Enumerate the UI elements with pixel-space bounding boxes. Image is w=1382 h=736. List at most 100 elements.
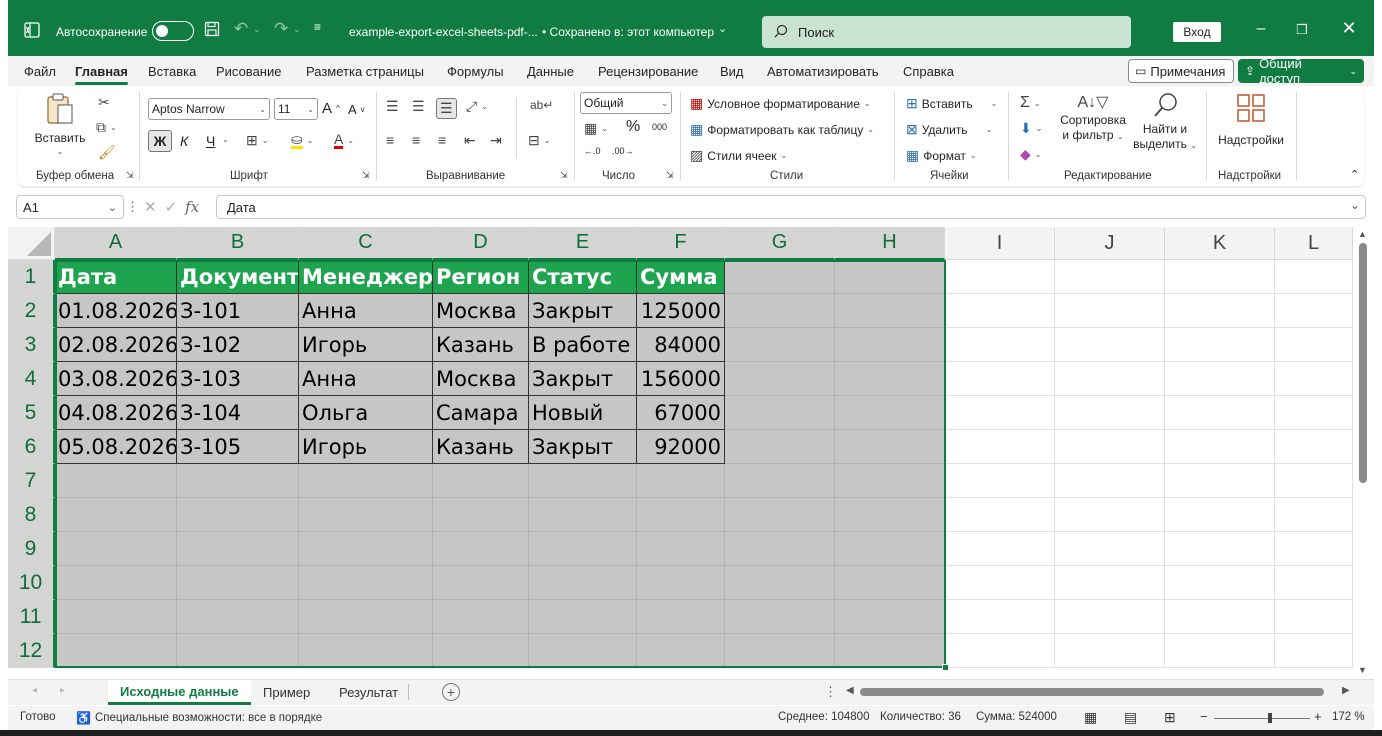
restore-icon[interactable]: ❐ (1292, 22, 1312, 38)
tab-review[interactable]: Рецензирование (598, 64, 698, 79)
cell[interactable] (637, 566, 725, 600)
cell[interactable] (637, 498, 725, 532)
cell[interactable] (299, 498, 433, 532)
cell[interactable]: В работе (529, 328, 637, 362)
cell[interactable] (945, 634, 1055, 668)
tab-draw[interactable]: Рисование (216, 64, 281, 79)
row-header[interactable]: 5 (8, 396, 55, 430)
row-header[interactable]: 8 (8, 498, 55, 532)
zoom-out-icon[interactable]: − (1200, 709, 1208, 724)
cell[interactable] (1165, 260, 1275, 294)
cell[interactable] (1275, 362, 1353, 396)
cell[interactable] (299, 532, 433, 566)
saved-status[interactable]: • Сохранено в: этот компьютер (542, 25, 714, 39)
increase-font-icon[interactable]: A ^ (322, 100, 340, 117)
conditional-formatting-button[interactable]: ▦ Условное форматирование ⌄ (690, 95, 871, 112)
login-button[interactable]: Вход (1173, 22, 1221, 42)
table-header-cell[interactable]: Сумма (637, 260, 725, 294)
column-header[interactable]: J (1055, 227, 1165, 260)
row-header[interactable]: 10 (8, 566, 55, 600)
increase-indent-icon[interactable]: ⇥ (490, 132, 502, 149)
cell[interactable] (1165, 600, 1275, 634)
cell[interactable] (835, 634, 945, 668)
row-header[interactable]: 2 (8, 294, 55, 328)
cell[interactable] (1275, 464, 1353, 498)
cell[interactable]: Казань (433, 328, 529, 362)
cell[interactable] (529, 498, 637, 532)
cell[interactable] (725, 600, 835, 634)
format-cells-button[interactable]: ▦ Формат ⌄ (906, 147, 977, 164)
fill-icon[interactable]: ⬇ ⌄ (1020, 120, 1042, 137)
cell[interactable] (299, 566, 433, 600)
cell[interactable] (835, 396, 945, 430)
sum-value[interactable]: Сумма: 524000 (976, 711, 1057, 723)
percent-button[interactable]: % (626, 118, 640, 136)
cell[interactable] (1275, 260, 1353, 294)
vertical-scrollbar[interactable]: ▲ ▼ (1356, 229, 1370, 679)
row-header[interactable]: 3 (8, 328, 55, 362)
cell[interactable] (1055, 260, 1165, 294)
table-header-cell[interactable]: Статус (529, 260, 637, 294)
cell[interactable]: З-105 (177, 430, 299, 464)
horizontal-scroll-thumb[interactable] (860, 688, 1324, 696)
cell[interactable] (55, 498, 177, 532)
cell[interactable] (1055, 362, 1165, 396)
delete-cells-button[interactable]: ⊠ Удалить ⌄ (906, 121, 992, 138)
row-header[interactable]: 9 (8, 532, 55, 566)
dialog-launcher-icon[interactable]: ⇲ (666, 170, 674, 181)
cell[interactable] (177, 464, 299, 498)
dialog-launcher-icon[interactable]: ⇲ (126, 170, 134, 181)
paste-button[interactable]: Вставить ⌄ (35, 92, 85, 156)
cell[interactable] (1055, 634, 1165, 668)
cell[interactable] (637, 464, 725, 498)
cell[interactable] (1165, 430, 1275, 464)
cell[interactable] (55, 634, 177, 668)
cell[interactable]: 02.08.2026 (55, 328, 177, 362)
cell[interactable] (529, 600, 637, 634)
align-top-icon[interactable]: ☰ (386, 98, 399, 115)
cell[interactable] (1055, 498, 1165, 532)
insert-cells-button[interactable]: ⊞ Вставить ⌄ (906, 95, 997, 112)
search-box[interactable]: Поиск (762, 16, 1131, 48)
select-all-button[interactable] (8, 227, 55, 260)
scroll-down-icon[interactable]: ▼ (1358, 665, 1367, 675)
formula-input[interactable]: Дата (216, 195, 1366, 219)
cell[interactable] (177, 532, 299, 566)
sheet-tab-result[interactable]: Результат (327, 680, 410, 705)
cell[interactable] (835, 532, 945, 566)
thousands-button[interactable]: 000 (652, 122, 667, 132)
column-header[interactable]: I (945, 227, 1055, 260)
count-value[interactable]: Количество: 36 (880, 711, 961, 723)
autosum-icon[interactable]: Σ ⌄ (1020, 94, 1041, 112)
cell[interactable] (1055, 464, 1165, 498)
orientation-icon[interactable]: ⤢ ⌄ (466, 98, 488, 115)
cell[interactable] (945, 396, 1055, 430)
tab-home[interactable]: Главная (75, 64, 128, 85)
column-header[interactable]: G (725, 227, 835, 260)
cell[interactable]: Игорь (299, 328, 433, 362)
cell[interactable] (725, 294, 835, 328)
cut-icon[interactable]: ✂ (98, 94, 110, 111)
cell[interactable]: З-104 (177, 396, 299, 430)
tab-formulas[interactable]: Формулы (447, 64, 504, 79)
cell[interactable] (529, 464, 637, 498)
row-header[interactable]: 12 (8, 634, 55, 668)
cell[interactable]: Закрыт (529, 294, 637, 328)
cell[interactable] (725, 430, 835, 464)
cell[interactable]: 67000 (637, 396, 725, 430)
cell[interactable] (529, 532, 637, 566)
cell[interactable]: З-101 (177, 294, 299, 328)
cell[interactable] (835, 260, 945, 294)
cell[interactable] (1165, 294, 1275, 328)
dialog-launcher-icon[interactable]: ⇲ (362, 170, 370, 181)
cell[interactable] (1275, 430, 1353, 464)
cell[interactable] (1165, 328, 1275, 362)
minimize-icon[interactable]: – (1251, 20, 1271, 38)
cell[interactable] (1275, 294, 1353, 328)
cell[interactable] (637, 634, 725, 668)
merge-center-icon[interactable]: ⊟ ⌄ (528, 132, 550, 149)
sheet-tab-example[interactable]: Пример (251, 680, 322, 705)
next-sheet-icon[interactable]: ▸ (60, 685, 65, 696)
cell[interactable] (835, 498, 945, 532)
cell[interactable] (177, 566, 299, 600)
